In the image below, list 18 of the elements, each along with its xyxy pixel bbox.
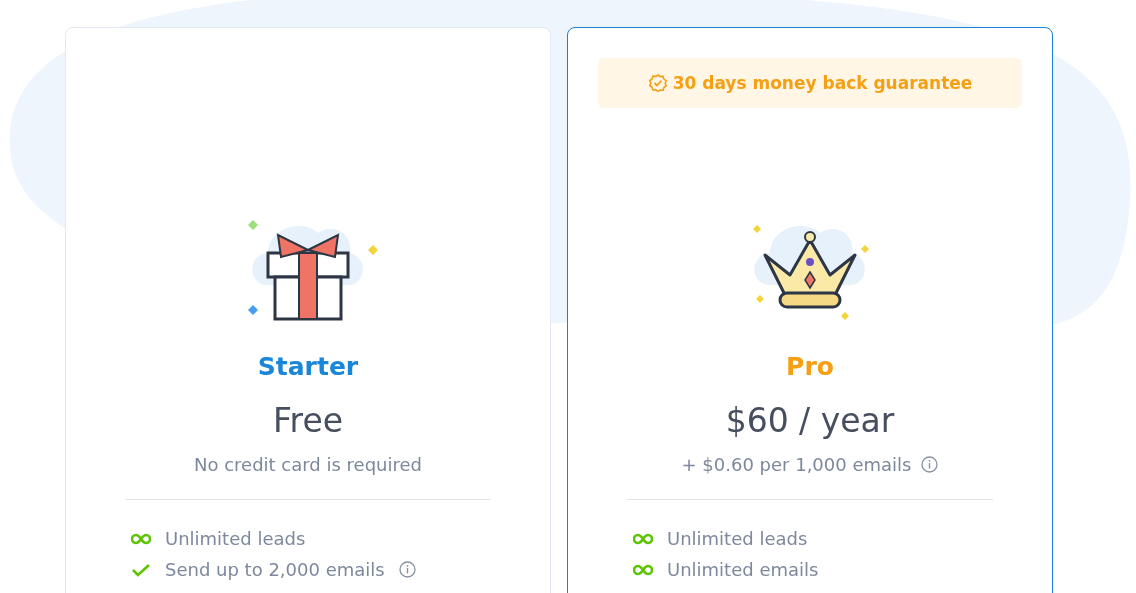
plan-price: $60 / year	[725, 401, 895, 440]
infinity-icon	[633, 563, 653, 576]
infinity-icon	[633, 532, 653, 545]
info-icon[interactable]	[921, 456, 939, 473]
price-note: + $0.60 per 1,000 emails	[681, 454, 912, 475]
feature-text: Unlimited emails	[667, 559, 819, 580]
feature-text: Unlimited leads	[667, 528, 808, 549]
info-icon[interactable]	[398, 561, 416, 578]
plan-price: Free	[273, 401, 343, 440]
check-icon	[131, 562, 151, 577]
guarantee-text: 30 days money back guarantee	[672, 73, 973, 93]
infinity-icon	[131, 532, 151, 545]
plan-name: Pro	[786, 352, 834, 381]
feature-text: Unlimited leads	[165, 528, 306, 549]
feature-text: Send up to 2,000 emails	[165, 559, 385, 580]
price-note: No credit card is required	[193, 454, 423, 475]
plan-name: Starter	[257, 352, 359, 381]
badge-check-icon	[647, 73, 668, 93]
